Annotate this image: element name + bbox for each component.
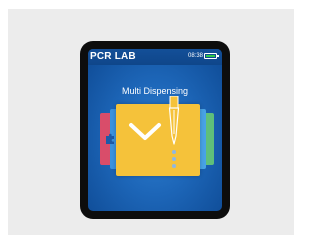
pipette-icon: [168, 96, 180, 145]
drop: [172, 157, 176, 161]
battery-level: [206, 55, 215, 57]
chevron-down-icon[interactable]: [128, 121, 162, 143]
clock: 08:38: [188, 53, 204, 59]
device-screen: PCR LAB 08:38 Multi Dispensing: [88, 49, 222, 211]
status-bar: PCR LAB 08:38: [88, 49, 222, 65]
battery-tip: [217, 55, 219, 57]
mode-title: Multi Dispensing: [121, 86, 189, 96]
drop: [172, 164, 176, 168]
app-title: PCR LAB: [90, 51, 136, 62]
puzzle-icon: [106, 133, 114, 144]
battery-icon: [204, 53, 219, 59]
drop: [172, 150, 176, 154]
device-frame: PCR LAB 08:38 Multi Dispensing: [80, 41, 230, 219]
